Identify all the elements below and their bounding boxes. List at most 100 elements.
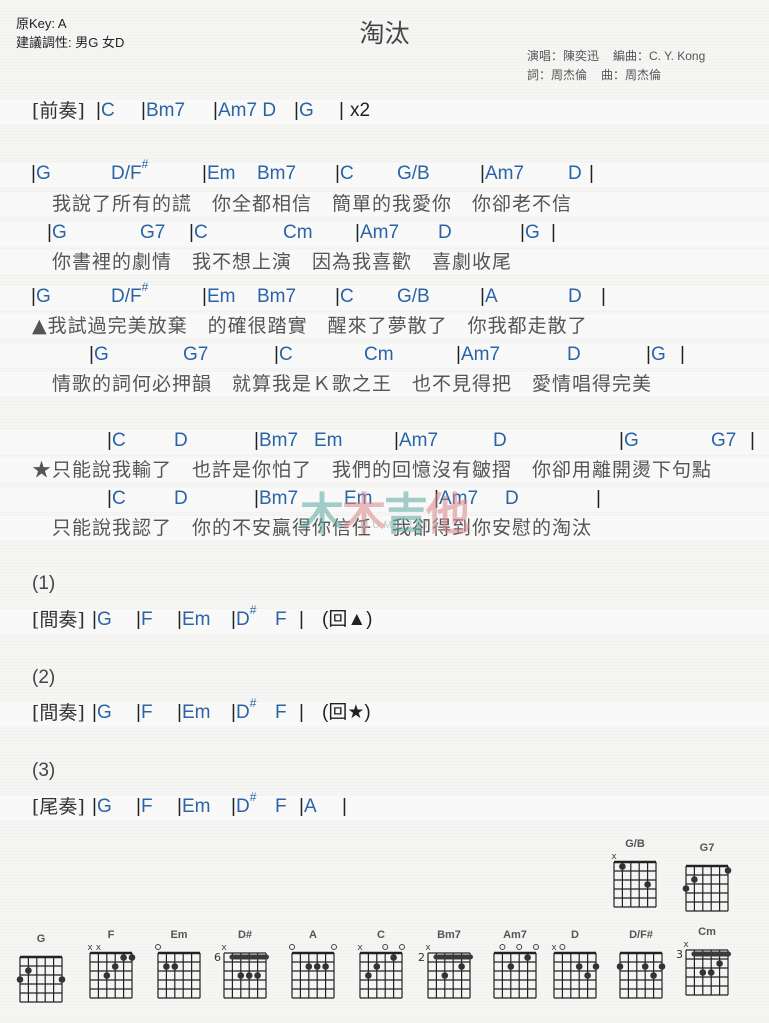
section-label-text: [尾奏] bbox=[32, 796, 85, 818]
chord-symbol: C bbox=[279, 342, 293, 368]
chord-symbol-text: Em bbox=[182, 609, 211, 630]
chord-symbol-text: G bbox=[36, 286, 51, 307]
chord-symbol: D bbox=[568, 284, 582, 310]
muted-string-marker: x bbox=[425, 943, 431, 953]
chord-line: | G D/F# | Em Bm7 | C G/B | Am7 D | bbox=[0, 158, 769, 187]
chord-symbol: G bbox=[97, 794, 112, 820]
finger-dot bbox=[584, 972, 591, 979]
chord-symbol-text: G/B bbox=[397, 163, 430, 184]
chord-symbol-text: G7 bbox=[711, 430, 737, 451]
chord-symbol-text: Em bbox=[314, 430, 343, 451]
finger-dot bbox=[16, 976, 24, 983]
chord-line: [尾奏] | G | F | Em | D# F | A | bbox=[0, 791, 769, 820]
finger-dot bbox=[171, 963, 179, 970]
bar-line-text: | bbox=[299, 609, 304, 630]
chord-symbol-text: F bbox=[141, 609, 153, 630]
chord-symbol: Cm bbox=[283, 220, 313, 246]
finger-dot bbox=[390, 954, 397, 961]
chord-symbol: F bbox=[141, 794, 153, 820]
chord-symbol: D bbox=[174, 486, 188, 512]
finger-dot bbox=[25, 967, 32, 974]
arranger-credit: 編曲：C. Y. Kong bbox=[613, 49, 706, 63]
chord-symbol-text: Cm bbox=[283, 222, 313, 243]
lyric-line: 你書裡的劇情 我不想上演 因為我喜歡 喜劇收尾 bbox=[0, 248, 769, 276]
open-string-marker bbox=[559, 944, 566, 950]
repeat-note-text: (回▲) bbox=[322, 609, 373, 630]
chord-symbol: Bm7 bbox=[257, 161, 296, 187]
chord-symbol: Bm7 bbox=[259, 428, 298, 454]
chord-line: | G G7 | C Cm | Am7 D | G | bbox=[0, 220, 769, 246]
finger-dot bbox=[313, 963, 321, 970]
chord-symbol: Bm7 bbox=[257, 284, 296, 310]
open-string-marker bbox=[533, 944, 539, 950]
bar-line: | bbox=[596, 486, 601, 512]
chord-symbol-text: G bbox=[651, 344, 666, 365]
chord-symbol-text: Am7 D bbox=[218, 100, 277, 121]
fretboard-grid bbox=[155, 944, 201, 999]
open-string-marker bbox=[399, 944, 405, 950]
sharp-sign: # bbox=[249, 696, 257, 710]
repeat-note: (回▲) bbox=[322, 607, 372, 633]
credits: 演唱：陳奕迅 編曲：C. Y. Kong 詞：周杰倫 曲：周杰倫 bbox=[527, 47, 705, 85]
chord-diagram: G7 bbox=[676, 842, 738, 922]
lyric-text: ▲我試過完美放棄 的確很踏實 醒來了夢散了 你我都走散了 bbox=[32, 315, 588, 337]
chord-symbol: D bbox=[568, 161, 582, 187]
chord-symbol: D bbox=[505, 486, 519, 512]
bar-line: | bbox=[551, 220, 556, 246]
chord-symbol: C bbox=[112, 428, 126, 454]
chord-symbol: Am7 bbox=[485, 161, 524, 187]
bar-line: | bbox=[750, 428, 755, 454]
chord-diagram: Em bbox=[148, 929, 210, 1009]
chord-line: | G G7 | C Cm | Am7 D | G | bbox=[0, 342, 769, 368]
section-number-text: (3) bbox=[32, 760, 56, 781]
open-string-marker bbox=[155, 944, 161, 950]
chord-diagram: Cx bbox=[350, 929, 412, 1009]
bar-line: | bbox=[339, 98, 344, 124]
fretboard-grid: x bbox=[551, 943, 600, 999]
finger-dot bbox=[575, 963, 583, 970]
fretboard-grid: x bbox=[611, 852, 657, 908]
chord-symbol-text: C bbox=[340, 163, 354, 184]
bar-line: | bbox=[601, 284, 606, 310]
finger-dot bbox=[682, 885, 690, 892]
finger-dot bbox=[58, 976, 66, 983]
chord-symbol: G7 bbox=[140, 220, 165, 246]
lyricist-credit: 詞：周杰倫 bbox=[527, 68, 588, 82]
section-label-text: [間奏] bbox=[32, 702, 85, 724]
fretboard-grid bbox=[289, 944, 337, 999]
chord-symbol: Bm7 bbox=[259, 486, 298, 512]
finger-dot bbox=[524, 954, 531, 961]
chord-symbol-text: Em bbox=[207, 163, 236, 184]
fretboard-grid: x bbox=[357, 943, 405, 999]
chord-symbol: F bbox=[141, 700, 153, 726]
chord-symbol: G bbox=[525, 220, 540, 246]
chord-symbol: C bbox=[112, 486, 126, 512]
singer-credit: 演唱：陳奕迅 bbox=[527, 49, 600, 63]
lyric-line: 我說了所有的謊 你全都相信 簡單的我愛你 你卻老不信 bbox=[0, 190, 769, 218]
chord-symbol: F bbox=[275, 607, 287, 633]
chord-symbol-text: C bbox=[340, 286, 354, 307]
chord-symbol: G bbox=[36, 161, 51, 187]
chord-symbol-text: D/F bbox=[111, 163, 142, 184]
finger-dot bbox=[691, 876, 698, 883]
chord-symbol: Am7 D bbox=[218, 98, 276, 124]
chord-diagram: D# x 6 bbox=[214, 929, 276, 1009]
fretboard-grid bbox=[616, 951, 666, 999]
finger-dot bbox=[441, 972, 449, 979]
chord-line: [間奏] | G | F | Em | D# F | (回▲) bbox=[0, 604, 769, 633]
chord-symbol: G bbox=[624, 428, 639, 454]
lyric-text: 我說了所有的謊 你全都相信 簡單的我愛你 你卻老不信 bbox=[52, 193, 573, 215]
repeat-note: x2 bbox=[350, 98, 370, 124]
chord-symbol: G bbox=[299, 98, 314, 124]
finger-dot bbox=[507, 963, 515, 970]
open-string-marker bbox=[516, 944, 523, 950]
chord-symbol-text: F bbox=[275, 702, 287, 723]
chord-symbol: D bbox=[174, 428, 188, 454]
chord-symbol-text: G bbox=[624, 430, 639, 451]
chord-line: | C D | Bm7 Em | Am7 D | G G7 | bbox=[0, 428, 769, 454]
chord-symbol-text: G bbox=[97, 796, 112, 817]
chord-symbol-text: G bbox=[299, 100, 314, 121]
chord-symbol: C bbox=[101, 98, 115, 124]
chord-symbol: Em bbox=[314, 428, 343, 454]
section-number-text: (1) bbox=[32, 573, 56, 594]
